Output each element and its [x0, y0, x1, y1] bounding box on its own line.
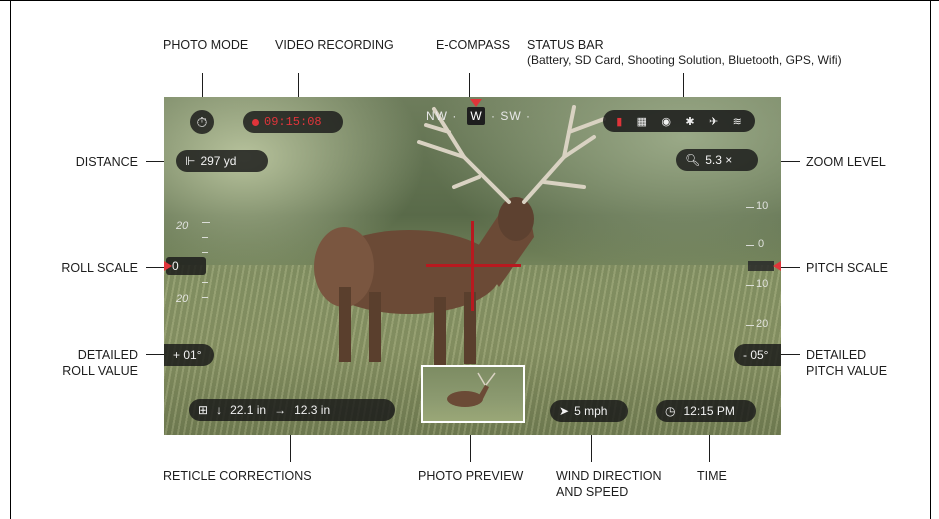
record-dot-icon — [252, 118, 259, 126]
target-icon: ◉ — [661, 115, 672, 128]
roll-tick — [202, 252, 208, 253]
label-distance: DISTANCE — [75, 155, 138, 169]
bluetooth-icon: ✱ — [685, 115, 695, 128]
leader-roll-scale — [146, 267, 166, 268]
label-reticle-corrections: RETICLE CORRECTIONS — [163, 469, 312, 483]
label-wind-2: AND SPEED — [556, 485, 629, 499]
roll-tick — [202, 222, 210, 223]
battery-icon: ▮ — [616, 115, 623, 128]
scope-display: ⏱ 09:15:08 NW · W · SW · ▮ ▦ ◉ ✱ ✈ ≋ ⊩ 2… — [164, 97, 781, 435]
pitch-indicator-bar — [748, 261, 774, 271]
roll-tick — [202, 282, 208, 283]
wind-value: 5 mph — [574, 404, 608, 418]
reticle-adjust-icon: ⊞ — [198, 403, 209, 417]
wind-readout: ➤ 5 mph — [550, 400, 628, 422]
label-status-bar: STATUS BAR — [527, 38, 604, 52]
wind-arrow-icon: ➤ — [559, 404, 570, 418]
pitch-detail-value: - 05° — [743, 348, 769, 362]
pitch-scale-label-2: 0 — [758, 238, 765, 250]
zoom-readout: 🔍︎ 5.3 × — [676, 149, 758, 171]
frame-top-line — [0, 0, 939, 1]
label-detailed-roll-2: ROLL VALUE — [62, 364, 138, 378]
timer-icon: ⏱ — [196, 113, 208, 130]
pitch-scale-label-1: 10 — [756, 200, 769, 212]
roll-detail-readout: + 01° — [164, 344, 214, 366]
label-wind-1: WIND DIRECTION — [556, 469, 662, 483]
pitch-tick — [746, 245, 754, 246]
roll-value-indicator: 0 — [166, 257, 206, 275]
roll-detail-value: + 01° — [173, 348, 202, 362]
recording-indicator: 09:15:08 — [243, 111, 343, 133]
label-pitch-scale: PITCH SCALE — [806, 261, 888, 275]
frame-right-line — [930, 0, 931, 519]
leader-pitch-scale — [780, 267, 800, 268]
magnifier-icon: 🔍︎ — [685, 153, 701, 167]
compass-right: · SW · — [491, 109, 531, 123]
photo-mode-button[interactable]: ⏱ — [190, 110, 214, 134]
roll-scale-label-bottom: 20 — [176, 293, 189, 305]
pitch-tick — [746, 325, 754, 326]
reticle-vertical — [471, 221, 474, 311]
correction-right-value: 12.3 in — [294, 403, 331, 417]
pitch-scale-label-3: 10 — [756, 278, 769, 290]
label-time: TIME — [697, 469, 727, 483]
compass-marker — [470, 99, 482, 107]
gps-icon: ✈ — [708, 115, 719, 128]
label-detailed-roll-1: DETAILED — [77, 348, 138, 362]
photo-preview-thumbnail[interactable] — [421, 365, 525, 423]
distance-value: 297 yd — [200, 154, 237, 168]
roll-tick — [202, 297, 208, 298]
label-detailed-pitch-2: PITCH VALUE — [806, 364, 888, 378]
label-status-bar-detail: (Battery, SD Card, Shooting Solution, Bl… — [527, 53, 842, 67]
roll-marker — [164, 261, 172, 271]
roll-tick — [202, 237, 208, 238]
zoom-value: 5.3 × — [705, 153, 733, 167]
roll-scale-label-top: 20 — [176, 220, 189, 232]
recording-time: 09:15:08 — [264, 115, 322, 129]
reticle-corrections-readout: ⊞ ↓ 22.1 in → 12.3 in — [189, 399, 395, 421]
pitch-scale-label-4: 20 — [756, 318, 769, 330]
arrow-down-icon: ↓ — [216, 403, 223, 417]
arrow-right-icon: → — [274, 403, 287, 417]
wifi-icon: ≋ — [732, 115, 742, 128]
compass-left: NW · — [426, 109, 458, 123]
time-readout: ◷ 12:15 PM — [656, 400, 756, 422]
correction-down-value: 22.1 in — [230, 403, 267, 417]
pitch-tick — [746, 207, 754, 208]
roll-value: 0 — [172, 259, 179, 273]
preview-deer-illustration — [447, 372, 496, 407]
compass-heading: W — [467, 107, 485, 125]
label-roll-scale: ROLL SCALE — [61, 261, 138, 275]
label-detailed-pitch-1: DETAILED — [806, 348, 867, 362]
pitch-marker — [773, 261, 781, 271]
leader-detailed-roll — [146, 354, 166, 355]
pitch-tick — [746, 285, 754, 286]
label-zoom-level: ZOOM LEVEL — [806, 155, 886, 169]
label-photo-mode: PHOTO MODE — [163, 38, 249, 52]
frame-left-line — [10, 0, 11, 519]
distance-readout: ⊩ 297 yd — [176, 150, 268, 172]
label-video-recording: VIDEO RECORDING — [275, 38, 394, 52]
label-photo-preview: PHOTO PREVIEW — [418, 469, 524, 483]
status-bar: ▮ ▦ ◉ ✱ ✈ ≋ — [603, 110, 755, 132]
label-e-compass: E-COMPASS — [436, 38, 511, 52]
clock-icon: ◷ — [665, 404, 676, 418]
sd-card-icon: ▦ — [636, 115, 648, 128]
time-value: 12:15 PM — [683, 404, 735, 418]
pitch-detail-readout: - 05° — [734, 344, 781, 366]
rangefinder-flag-icon: ⊩ — [185, 154, 196, 168]
leader-detailed-pitch — [780, 354, 800, 355]
